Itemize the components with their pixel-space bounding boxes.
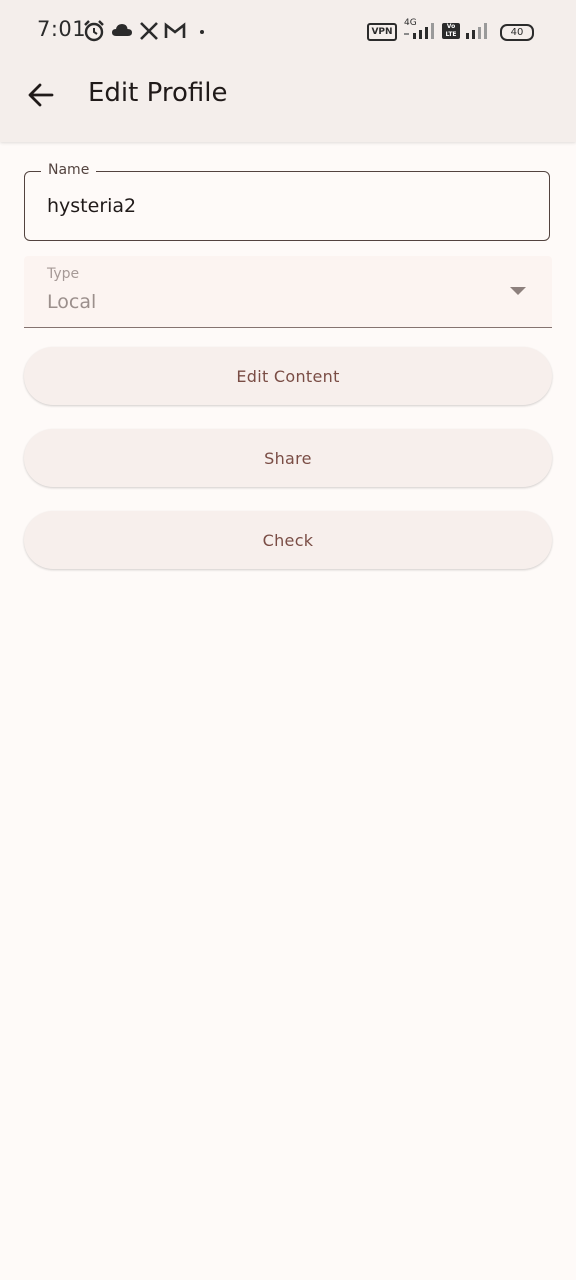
type-dropdown-label: Type	[47, 266, 80, 282]
battery-level: 40	[510, 27, 524, 38]
signal-icon	[466, 23, 487, 39]
vpn-icon: VPN	[367, 23, 397, 41]
check-button[interactable]: Check	[24, 511, 552, 569]
signal-icon	[404, 23, 434, 39]
cloud-icon	[112, 24, 132, 36]
type-dropdown-value: Local	[47, 291, 97, 313]
name-field-value: hysteria2	[47, 195, 137, 217]
name-field[interactable]: Name hysteria2	[24, 162, 550, 241]
x-app-icon	[140, 22, 158, 40]
alarm-icon	[84, 20, 104, 42]
type-dropdown[interactable]: Type Local	[24, 256, 552, 328]
page-title: Edit Profile	[88, 78, 228, 108]
gmail-icon	[164, 22, 186, 38]
vpn-label: VPN	[371, 27, 393, 37]
app-bar: Edit Profile	[0, 62, 576, 142]
dot-icon	[200, 30, 204, 34]
top-bar: 7:01 VPN 4G Vo LTE 40 Edit Profile	[0, 0, 576, 142]
status-bar: 7:01 VPN 4G Vo LTE 40	[0, 0, 576, 62]
edit-profile-screen: 7:01 VPN 4G Vo LTE 40 Edit Profile Name …	[0, 0, 576, 1280]
name-field-label: Name	[41, 162, 97, 178]
dropdown-arrow-icon	[510, 287, 526, 295]
volte-label: Vo LTE	[445, 23, 457, 38]
arrow-back-icon	[28, 83, 54, 107]
status-time: 7:01	[37, 17, 87, 41]
back-button[interactable]	[18, 72, 64, 118]
edit-content-button[interactable]: Edit Content	[24, 347, 552, 405]
battery-icon: 40	[500, 24, 534, 41]
share-button[interactable]: Share	[24, 429, 552, 487]
volte-icon: Vo LTE	[442, 23, 460, 39]
